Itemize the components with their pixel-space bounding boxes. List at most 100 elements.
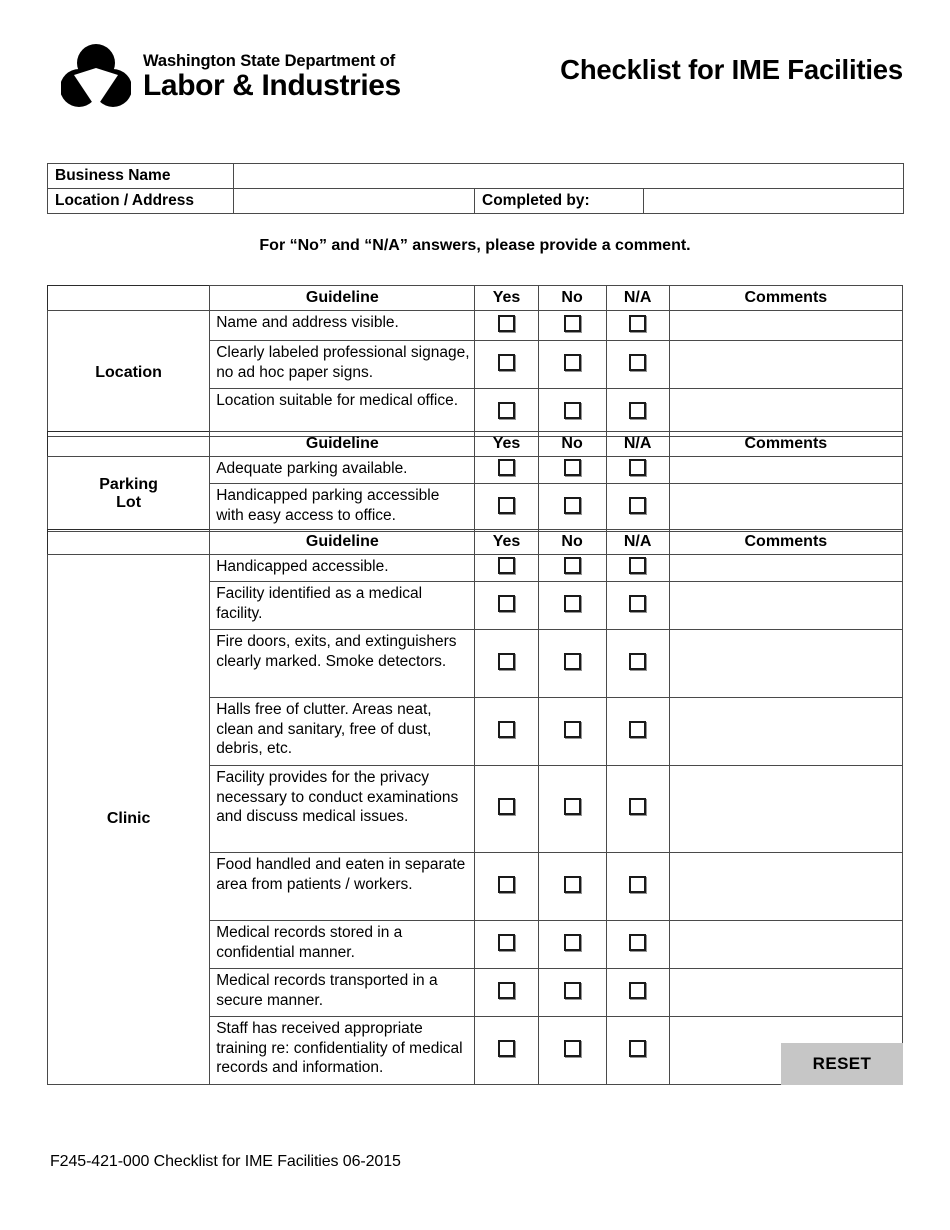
comment-input[interactable] (668, 629, 904, 698)
checkbox-na[interactable] (629, 401, 647, 419)
checkbox-cell-yes[interactable] (474, 968, 539, 1017)
checkbox-na[interactable] (629, 314, 647, 332)
checkbox-cell-na[interactable] (605, 697, 670, 766)
checkbox-cell-na[interactable] (605, 920, 670, 969)
checkbox-na[interactable] (629, 875, 647, 893)
reset-button[interactable]: RESET (781, 1043, 903, 1085)
business-name-input[interactable] (232, 163, 905, 189)
completed-by-input[interactable] (642, 188, 905, 214)
checkbox-no[interactable] (563, 798, 581, 815)
comment-input[interactable] (668, 388, 904, 437)
comment-input[interactable] (668, 310, 904, 341)
checkbox-yes[interactable] (498, 798, 516, 815)
checkbox-cell-no[interactable] (537, 310, 607, 341)
comment-input[interactable] (668, 483, 904, 532)
checkbox-cell-no[interactable] (537, 852, 607, 921)
checkbox-cell-na[interactable] (605, 968, 670, 1017)
checkbox-na[interactable] (629, 459, 647, 476)
checkbox-cell-yes[interactable] (474, 920, 539, 969)
checkbox-yes[interactable] (498, 652, 516, 670)
checkbox-cell-yes[interactable] (474, 310, 539, 341)
checkbox-cell-yes[interactable] (474, 765, 539, 853)
checkbox-cell-yes[interactable] (474, 388, 539, 437)
checkbox-cell-na[interactable] (605, 765, 670, 853)
checkbox-yes[interactable] (498, 1039, 516, 1057)
comment-input[interactable] (668, 456, 904, 484)
checkbox-no[interactable] (563, 1039, 581, 1057)
checkbox-no[interactable] (563, 401, 581, 419)
checkbox-cell-na[interactable] (605, 852, 670, 921)
checkbox-yes[interactable] (498, 557, 516, 574)
checkbox-na[interactable] (629, 557, 647, 574)
checkbox-na[interactable] (629, 496, 647, 514)
checkbox-cell-yes[interactable] (474, 554, 539, 582)
checkbox-yes[interactable] (498, 875, 516, 893)
checkbox-cell-yes[interactable] (474, 456, 539, 484)
checkbox-yes[interactable] (498, 933, 516, 951)
checkbox-cell-na[interactable] (605, 388, 670, 437)
checkbox-cell-yes[interactable] (474, 697, 539, 766)
comment-input[interactable] (668, 581, 904, 630)
location-address-input[interactable] (233, 188, 475, 214)
checkbox-yes[interactable] (498, 496, 516, 514)
checkbox-no[interactable] (563, 981, 581, 999)
checkbox-cell-no[interactable] (537, 1016, 607, 1085)
checkbox-na[interactable] (629, 652, 647, 670)
comment-input[interactable] (668, 697, 904, 766)
comment-input[interactable] (668, 852, 904, 921)
checkbox-cell-na[interactable] (605, 340, 670, 389)
checkbox-na[interactable] (629, 594, 647, 612)
checkbox-cell-na[interactable] (605, 483, 670, 532)
checkbox-cell-na[interactable] (605, 629, 670, 698)
checkbox-cell-yes[interactable] (474, 629, 539, 698)
checkbox-cell-na[interactable] (605, 1016, 670, 1085)
comment-input[interactable] (668, 554, 904, 582)
comment-input[interactable] (668, 340, 904, 389)
checkbox-cell-na[interactable] (605, 310, 670, 341)
checkbox-no[interactable] (563, 720, 581, 738)
checkbox-na[interactable] (629, 353, 647, 371)
checkbox-cell-na[interactable] (605, 554, 670, 582)
checkbox-yes[interactable] (498, 314, 516, 332)
checkbox-cell-yes[interactable] (474, 483, 539, 532)
checkbox-cell-no[interactable] (537, 629, 607, 698)
checkbox-cell-no[interactable] (537, 581, 607, 630)
checkbox-na[interactable] (629, 981, 647, 999)
checkbox-yes[interactable] (498, 720, 516, 738)
checkbox-cell-no[interactable] (537, 697, 607, 766)
checkbox-yes[interactable] (498, 981, 516, 999)
checkbox-na[interactable] (629, 933, 647, 951)
comment-input[interactable] (668, 765, 904, 853)
checkbox-no[interactable] (563, 496, 581, 514)
checkbox-cell-no[interactable] (537, 456, 607, 484)
checkbox-no[interactable] (563, 459, 581, 476)
checkbox-no[interactable] (563, 557, 581, 574)
checkbox-cell-no[interactable] (537, 920, 607, 969)
checkbox-cell-no[interactable] (537, 765, 607, 853)
checkbox-cell-yes[interactable] (474, 852, 539, 921)
checkbox-yes[interactable] (498, 353, 516, 371)
checkbox-no[interactable] (563, 314, 581, 332)
checkbox-cell-no[interactable] (537, 968, 607, 1017)
checkbox-no[interactable] (563, 594, 581, 612)
checkbox-cell-na[interactable] (605, 581, 670, 630)
checkbox-cell-no[interactable] (537, 388, 607, 437)
checkbox-no[interactable] (563, 875, 581, 893)
checkbox-cell-no[interactable] (537, 483, 607, 532)
checkbox-yes[interactable] (498, 594, 516, 612)
checkbox-na[interactable] (629, 720, 647, 738)
checkbox-cell-no[interactable] (537, 554, 607, 582)
comment-input[interactable] (668, 968, 904, 1017)
checkbox-cell-yes[interactable] (474, 581, 539, 630)
checkbox-cell-no[interactable] (537, 340, 607, 389)
checkbox-na[interactable] (629, 798, 647, 815)
checkbox-no[interactable] (563, 353, 581, 371)
checkbox-cell-na[interactable] (605, 456, 670, 484)
checkbox-no[interactable] (563, 933, 581, 951)
checkbox-cell-yes[interactable] (474, 1016, 539, 1085)
checkbox-no[interactable] (563, 652, 581, 670)
checkbox-na[interactable] (629, 1039, 647, 1057)
checkbox-yes[interactable] (498, 401, 516, 419)
comment-input[interactable] (668, 920, 904, 969)
checkbox-cell-yes[interactable] (474, 340, 539, 389)
